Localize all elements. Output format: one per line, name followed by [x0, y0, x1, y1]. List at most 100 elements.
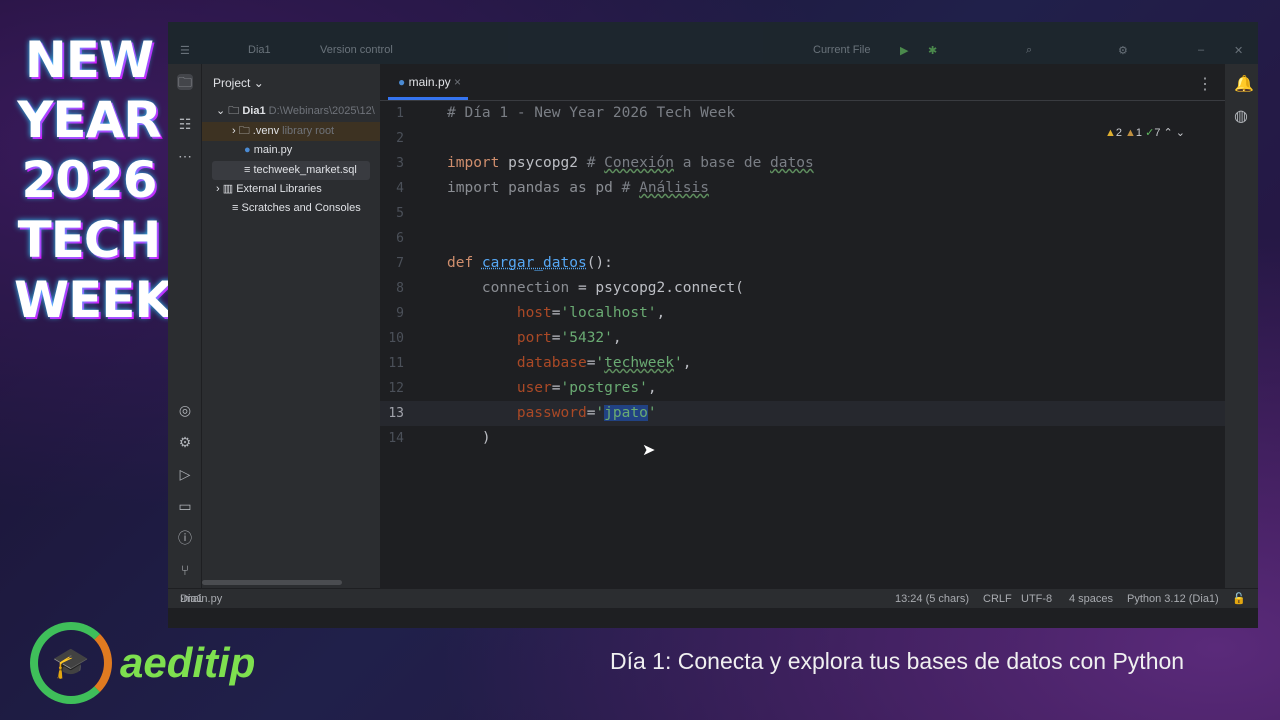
line-text: password='jpato': [447, 401, 657, 426]
line-text: def cargar_datos():: [447, 251, 613, 276]
code-editor[interactable]: ● main.py × ⋮ ▲2 ▲1 ✓7 ⌃ ⌄ 1 # Día 1 - Ne…: [380, 64, 1225, 588]
code-token: ': [595, 355, 605, 371]
more-options-icon[interactable]: ⋮: [1197, 74, 1213, 94]
code-token: ': [674, 355, 683, 371]
run-config-selector[interactable]: Current File: [813, 44, 870, 56]
python-icon: ●: [398, 75, 406, 89]
folder-icon: 🗀: [228, 105, 240, 117]
python-icon: ●: [244, 144, 251, 156]
line-text: port='5432',: [447, 326, 622, 351]
code-line[interactable]: 6: [380, 226, 1225, 251]
close-tab-icon[interactable]: ×: [454, 75, 461, 89]
code-token: 'localhost': [560, 305, 657, 321]
line-number: 7: [396, 256, 404, 271]
python-console-icon[interactable]: ⚙: [177, 434, 193, 450]
project-selector[interactable]: Dia1: [248, 44, 271, 56]
code-line[interactable]: 2: [380, 126, 1225, 151]
code-token: port: [516, 330, 552, 346]
code-token: ): [447, 430, 491, 446]
lock-icon[interactable]: 🔓: [1232, 589, 1246, 609]
git-icon[interactable]: ⑂: [177, 562, 193, 578]
file-encoding[interactable]: UTF-8: [1021, 589, 1052, 609]
code-token: ,: [656, 305, 666, 321]
code-line[interactable]: 4 import pandas as pd # Análisis: [380, 176, 1225, 201]
code-token: techweek: [604, 355, 674, 371]
project-panel-title[interactable]: Project ⌄: [213, 76, 264, 90]
run-icon[interactable]: ▶: [900, 44, 908, 57]
code-token: Conexión: [604, 155, 674, 171]
sql-file-icon: ≡: [244, 164, 251, 176]
code-token: jpato: [604, 405, 648, 421]
tree-item-main-py[interactable]: ● main.py: [202, 141, 380, 160]
code-token: import: [447, 180, 509, 196]
code-line[interactable]: 13 password='jpato': [380, 401, 1225, 426]
code-token: database: [516, 355, 587, 371]
project-panel: Project ⌄ ⌄ 🗀 Dia1 D:\Webinars\2025\12\ …: [202, 64, 380, 588]
search-icon[interactable]: ⌕: [1026, 44, 1032, 57]
line-number: 8: [396, 281, 404, 296]
services-icon[interactable]: ▷: [177, 466, 193, 482]
code-token: ,: [612, 330, 622, 346]
code-line[interactable]: 14 ): [380, 426, 1225, 451]
vcs-selector[interactable]: Version control: [320, 44, 393, 56]
ai-assistant-icon[interactable]: ◍: [1234, 106, 1248, 126]
code-line[interactable]: 11 database='techweek',: [380, 351, 1225, 376]
code-line[interactable]: 1 # Día 1 - New Year 2026 Tech Week: [380, 101, 1225, 126]
close-icon[interactable]: ✕: [1234, 44, 1243, 57]
horizontal-scrollbar[interactable]: [202, 580, 342, 585]
settings-icon[interactable]: ⚙: [1118, 44, 1128, 57]
terminal-icon[interactable]: ▭: [177, 498, 193, 514]
code-line[interactable]: 5: [380, 201, 1225, 226]
notifications-icon[interactable]: 🔔: [1234, 74, 1254, 94]
problems-icon[interactable]: ⓘ: [177, 530, 193, 546]
code-line[interactable]: 3 import psycopg2 # Conexión a base de da…: [380, 151, 1225, 176]
line-text: import psycopg2 # Conexión a base de dat…: [447, 151, 814, 176]
right-tool-strip: 🔔 ◍: [1225, 64, 1258, 588]
caret-position[interactable]: 13:24 (5 chars): [895, 589, 969, 609]
line-text: import pandas as pd # Análisis: [447, 176, 709, 201]
code-line[interactable]: 10 port='5432',: [380, 326, 1225, 351]
project-folder-icon[interactable]: 🗀: [177, 74, 193, 90]
code-line[interactable]: 12 user='postgres',: [380, 376, 1225, 401]
code-line[interactable]: 8 connection = psycopg2.connect(: [380, 276, 1225, 301]
line-number: 13: [388, 406, 404, 421]
left-tool-strip: 🗀 ☷ ⋯ ◎ ⚙ ▷ ▭ ⓘ ⑂: [168, 64, 202, 588]
code-token: =: [551, 380, 561, 396]
line-number: 14: [388, 431, 404, 446]
minimize-icon[interactable]: –: [1198, 44, 1204, 56]
code-token: cargar_datos: [481, 255, 587, 271]
debug-icon[interactable]: ✱: [928, 44, 937, 57]
line-separator[interactable]: CRLF: [983, 589, 1012, 609]
breadcrumb[interactable]: Dia1 › main.py: [180, 589, 222, 609]
code-line[interactable]: 9 host='localhost',: [380, 301, 1225, 326]
code-token: user: [516, 380, 552, 396]
tree-item-external-libraries[interactable]: › ▥ External Libraries: [202, 180, 380, 199]
tree-item-scratches[interactable]: ≡ Scratches and Consoles: [202, 199, 380, 218]
code-token: ():: [586, 255, 613, 271]
line-number: 3: [396, 156, 404, 171]
ide-window: ☰ Dia1 Version control Current File ▶ ✱ …: [168, 22, 1258, 628]
code-line[interactable]: 7 def cargar_datos():: [380, 251, 1225, 276]
structure-icon[interactable]: ☷: [177, 116, 193, 132]
indent-setting[interactable]: 4 spaces: [1069, 589, 1113, 609]
line-number: 2: [396, 131, 404, 146]
tree-item-dia1[interactable]: ⌄ 🗀 Dia1 D:\Webinars\2025\12\: [202, 102, 380, 121]
graduation-cap-icon: 🎓: [30, 622, 112, 704]
line-text: host='localhost',: [447, 301, 665, 326]
tree-item-venv[interactable]: › 🗀 .venv library root: [202, 122, 380, 141]
main-menu-icon[interactable]: ☰: [180, 44, 190, 57]
python-packages-icon[interactable]: ◎: [177, 402, 193, 418]
more-icon[interactable]: ⋯: [177, 148, 193, 164]
tab-main-py[interactable]: ● main.py ×: [388, 64, 468, 100]
title-bar: ☰ Dia1 Version control Current File ▶ ✱ …: [168, 22, 1258, 64]
code-token: '5432': [560, 330, 613, 346]
python-interpreter[interactable]: Python 3.12 (Dia1): [1127, 589, 1219, 609]
tree-item-sql[interactable]: ≡ techweek_market.sql: [212, 161, 370, 180]
code-token: def: [447, 255, 482, 271]
banner-line: TECH: [17, 211, 162, 269]
code-token: ,: [682, 355, 692, 371]
